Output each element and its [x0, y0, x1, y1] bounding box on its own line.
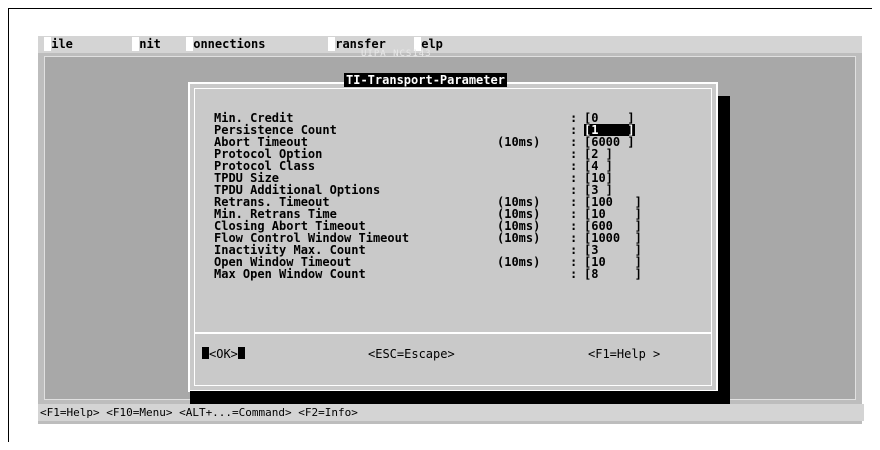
terminal-screen: File Enit Connections Transfer Help UIPA… — [38, 36, 864, 424]
status-shadow — [190, 391, 720, 404]
cursor-block — [237, 347, 245, 359]
param-unit: (10ms) — [497, 255, 541, 269]
param-label: Max Open Window Count — [214, 267, 366, 281]
dialog-title: TI-Transport-Parameter — [344, 73, 507, 87]
ok-button[interactable]: <OK> — [202, 346, 245, 362]
menu-bar: File Enit Connections Transfer Help — [38, 36, 862, 53]
param-row-protocol-class: Protocol Class: [4 ] — [214, 160, 694, 172]
transport-parameter-dialog: TI-Transport-Parameter Min. Credit: [0 ] … — [188, 73, 718, 392]
help-button[interactable]: <F1=Help > — [588, 346, 660, 362]
escape-button[interactable]: <ESC=Escape> — [368, 346, 455, 362]
menu-connections[interactable]: Connections — [186, 36, 265, 53]
dialog-button-row: <OK> <ESC=Escape> <F1=Help > — [190, 346, 716, 362]
parameter-list: Min. Credit: [0 ] Persistence Count: [1 ] … — [214, 112, 694, 280]
cursor-block — [202, 347, 209, 359]
menu-unit[interactable]: Enit — [132, 36, 161, 53]
param-unit: (10ms) — [497, 231, 541, 245]
param-field[interactable]: [8 ] — [584, 268, 642, 280]
param-colon: : — [570, 267, 578, 281]
status-bar: <F1=Help> <F10=Menu> <ALT+...=Command> <… — [38, 404, 864, 421]
dialog-separator — [194, 332, 712, 334]
menu-file[interactable]: File — [44, 36, 73, 53]
param-unit: (10ms) — [497, 135, 541, 149]
param-row-max-open-window-count: Max Open Window Count: [8 ] — [214, 268, 694, 280]
